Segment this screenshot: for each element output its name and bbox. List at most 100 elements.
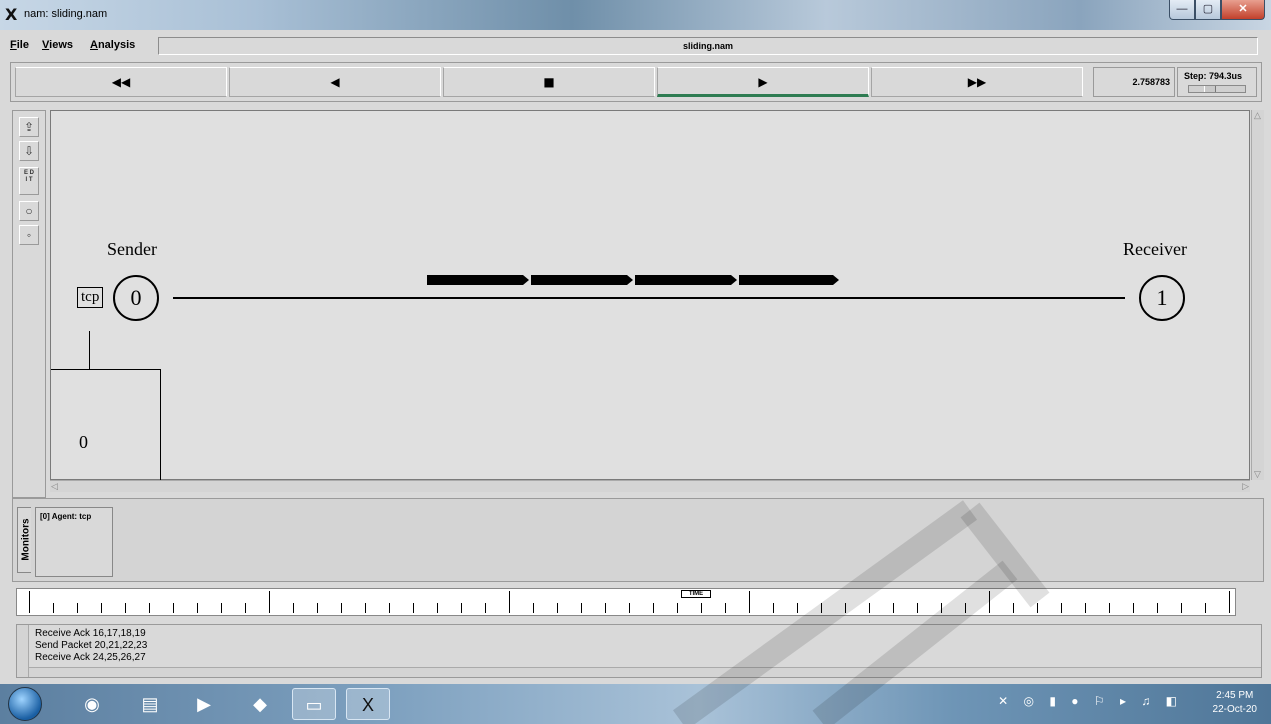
horizontal-scrollbar[interactable]: ◁ ▷ [50,480,1250,492]
maximize-button[interactable]: ▢ [1195,0,1221,20]
timeline-tick [725,603,726,613]
time-marker[interactable]: TIME [681,590,711,598]
menu-file[interactable]: File [10,39,29,51]
packets-in-flight [427,275,839,285]
monitors-tab[interactable]: Monitors [17,507,32,573]
clock-time: 2:45 PM [1216,690,1254,701]
timeline-tick [917,603,918,613]
agent-monitor-panel: 0 [51,369,161,481]
timeline-tick [1133,603,1134,613]
timeline-tick [533,603,534,613]
timeline-tick [557,603,558,613]
timeline-tick [749,591,750,613]
play-button[interactable]: ▶ [657,67,869,97]
node-0[interactable]: 0 [113,275,159,321]
timeline-tick [965,603,966,613]
minimize-button[interactable]: — [1169,0,1195,20]
file-title: sliding.nam [158,37,1258,55]
x-server-icon[interactable]: X [346,688,390,720]
step-label: Step: 794.3us [1184,71,1243,81]
packet [635,275,737,285]
timeline-tick [1061,603,1062,613]
timeline-tick [125,603,126,613]
timeline-tick [389,603,390,613]
x-app-icon: X [5,5,18,24]
timeline-tick [1109,603,1110,613]
scroll-down-icon[interactable]: ▽ [1254,469,1261,480]
timeline-tick [101,603,102,613]
timeline-tick [941,603,942,613]
timeline-tick [701,603,702,613]
node-tool-icon[interactable]: ◦ [19,225,39,245]
timeline-tick [1037,603,1038,613]
animation-canvas[interactable]: Sender Receiver tcp 0 1 0 [50,110,1250,481]
folder-icon[interactable]: ◆ [238,688,282,720]
timeline-tick [317,603,318,613]
timeline-tick [653,603,654,613]
edit-toolbar: ⇪ ⇩ E D I T ○ ◦ [12,110,46,498]
timeline-tick [1181,603,1182,613]
monitor-connector [89,331,90,369]
vertical-scrollbar[interactable]: △ ▽ [1251,110,1264,480]
file-explorer-icon[interactable]: ▤ [128,688,172,720]
chrome-icon[interactable]: ◉ [70,688,114,720]
zoom-out-icon[interactable]: ⇩ [19,141,39,161]
annotation-log: Receive Ack 16,17,18,19 Send Packet 20,2… [16,624,1262,678]
timeline-tick [461,603,462,613]
timeline-tick [1013,603,1014,613]
terminal-icon[interactable]: ▭ [292,688,336,720]
title-bar: X nam: sliding.nam — ▢ ✕ [0,0,1271,30]
agent-monitor[interactable]: [0] Agent: tcp [35,507,113,577]
timeline-tick [773,603,774,613]
clock[interactable]: 2:45 PM 22-Oct-20 [1213,689,1257,717]
circle-tool-icon[interactable]: ○ [19,201,39,221]
system-tray[interactable]: ✕ ◎ ▮ ● ⚐ ▸ ♫ ◧ [998,694,1183,708]
packet [531,275,633,285]
scroll-right-icon[interactable]: ▷ [1242,481,1249,492]
timeline-slider[interactable]: TIME [16,588,1236,616]
timeline-tick [29,591,30,613]
fast-forward-button[interactable]: ▶▶ [871,67,1083,97]
menu-analysis[interactable]: Analysis [90,39,135,51]
timeline-tick [293,603,294,613]
timeline-tick [269,591,270,613]
nam-window: X nam: sliding.nam — ▢ ✕ File Views Anal… [0,0,1271,724]
menu-views[interactable]: Views [42,39,73,51]
step-slider[interactable] [1188,85,1246,93]
node-1[interactable]: 1 [1139,275,1185,321]
timeline-tick [197,603,198,613]
clock-date: 22-Oct-20 [1212,704,1257,715]
timeline-tick [365,603,366,613]
timeline-tick [797,603,798,613]
receiver-label: Receiver [1123,239,1187,259]
timeline-tick [605,603,606,613]
timeline-tick [173,603,174,613]
log-scrollbar[interactable] [17,625,29,677]
step-slider-thumb[interactable] [1203,86,1216,92]
window-controls: — ▢ ✕ [1169,0,1265,20]
start-button[interactable] [8,687,42,721]
timeline-tick [629,603,630,613]
tcp-agent[interactable]: tcp [77,287,104,308]
close-button[interactable]: ✕ [1221,0,1265,20]
timeline-tick [509,591,510,613]
media-player-icon[interactable]: ▶ [182,688,226,720]
timeline-tick [1085,603,1086,613]
link-0-1[interactable] [173,297,1125,299]
menu-bar: File Views Analysis sliding.nam [10,36,1262,56]
monitor-value: 0 [79,432,88,452]
timeline-tick [677,603,678,613]
timeline-tick [245,603,246,613]
rewind-button[interactable]: ◀◀ [15,67,227,97]
scroll-left-icon[interactable]: ◁ [51,481,58,492]
log-horizontal-scrollbar[interactable] [29,667,1261,677]
sender-label: Sender [107,239,157,259]
timeline-tick [53,603,54,613]
stop-button[interactable]: ■ [443,67,655,97]
step-back-button[interactable]: ◀ [229,67,441,97]
scroll-up-icon[interactable]: △ [1254,110,1261,121]
timeline-tick [485,603,486,613]
edit-button[interactable]: E D I T [19,167,39,195]
zoom-in-icon[interactable]: ⇪ [19,117,39,137]
timeline-tick [1229,591,1230,613]
